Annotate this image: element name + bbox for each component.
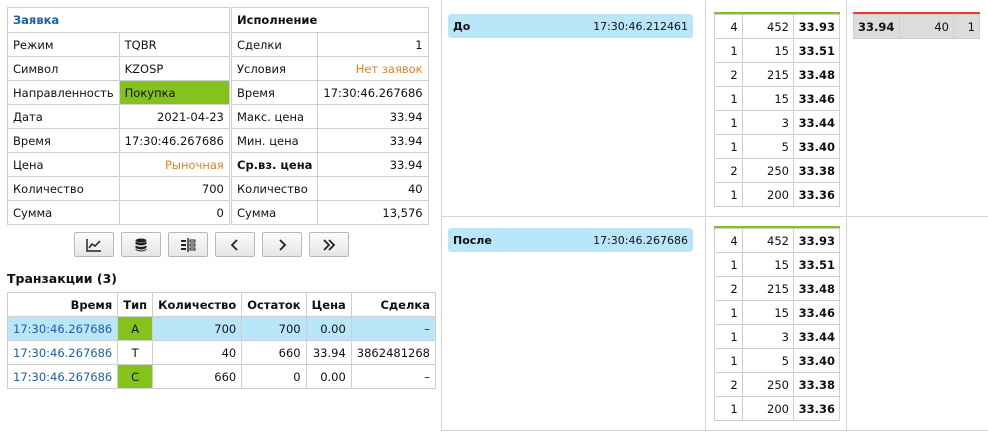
- order-row-symbol: Символ KZOSP: [7, 56, 230, 81]
- table-row[interactable]: 17:30:46.267686 T 40 660 33.94 386248126…: [6, 340, 436, 365]
- before-bids-book: 4 452 33.93 1 15 33.51 2 215 33.48 1 15 33.46 13…: [714, 12, 840, 207]
- book-row: 4 452 33.93: [714, 14, 840, 39]
- book-row: 1 15 33.51: [714, 38, 840, 63]
- database-icon: [135, 238, 147, 251]
- double-chevron-right-icon: [323, 238, 336, 251]
- before-snapshot-time: 17:30:46.212461: [593, 19, 688, 33]
- toolbar: [74, 232, 349, 257]
- book-row: 2 250 33.38: [714, 158, 840, 183]
- exec-row-quantity: Количество 40: [230, 176, 429, 201]
- book-row: 1 15 33.46: [714, 300, 840, 325]
- col-deal[interactable]: Сделка: [350, 292, 436, 317]
- book-row: 1 200 33.36: [714, 396, 840, 421]
- after-snapshot-time: 17:30:46.267686: [593, 233, 688, 247]
- order-row-mode: Режим TQBR: [7, 32, 230, 57]
- order-row-price: Цена Рыночная: [7, 152, 230, 177]
- exec-row-time: Время 17:30:46.267686: [230, 80, 429, 105]
- col-quantity[interactable]: Количество: [152, 292, 243, 317]
- book-row: 1 3 33.44: [714, 110, 840, 135]
- order-row-quantity: Количество 700: [7, 176, 230, 201]
- chart-icon: [86, 238, 101, 252]
- book-row: 4 452 33.93: [714, 228, 840, 253]
- chevron-right-icon: [279, 238, 287, 251]
- transactions-title: Транзакции (3): [7, 271, 117, 286]
- order-info-table: Заявка Режим TQBR Символ KZOSP Направленно…: [7, 7, 230, 225]
- book-row: 1 5 33.40: [714, 134, 840, 159]
- exec-row-min-price: Мин. цена 33.94: [230, 128, 429, 153]
- next-button[interactable]: [262, 232, 302, 257]
- transactions-table: Время Тип Количество Остаток Цена Сделка…: [6, 292, 436, 389]
- direction-badge: Покупка: [118, 80, 230, 105]
- order-row-time: Время 17:30:46.267686: [7, 128, 230, 153]
- chevron-left-icon: [230, 238, 238, 251]
- book-row: 2 215 33.48: [714, 62, 840, 87]
- split-view-icon: [181, 237, 196, 252]
- transactions-header: Время Тип Количество Остаток Цена Сделка: [6, 292, 436, 317]
- order-row-date: Дата 2021-04-23: [7, 104, 230, 129]
- exec-row-sum: Сумма 13,576: [230, 200, 429, 225]
- divider: [846, 0, 847, 430]
- book-row: 1 15 33.46: [714, 86, 840, 111]
- after-snapshot-label: После 17:30:46.267686: [448, 228, 693, 252]
- execution-info-table: Исполнение Сделки 1 Условия Нет заявок Вре…: [230, 7, 429, 225]
- divider: [441, 430, 988, 431]
- col-time[interactable]: Время: [6, 292, 119, 317]
- exec-row-avg-price: Ср.вз. цена 33.94: [230, 152, 429, 177]
- divider: [441, 0, 442, 430]
- exec-row-max-price: Макс. цена 33.94: [230, 104, 429, 129]
- book-row: 2 215 33.48: [714, 276, 840, 301]
- previous-button[interactable]: [215, 232, 255, 257]
- last-button[interactable]: [309, 232, 349, 257]
- order-title: Заявка: [7, 7, 230, 33]
- divider: [441, 216, 988, 217]
- split-view-button[interactable]: [168, 232, 208, 257]
- book-row: 1 5 33.40: [714, 348, 840, 373]
- table-row[interactable]: 17:30:46.267686 A 700 700 0.00 –: [6, 316, 436, 341]
- table-row[interactable]: 17:30:46.267686 C 660 0 0.00 –: [6, 364, 436, 389]
- database-button[interactable]: [121, 232, 161, 257]
- book-row: 1 200 33.36: [714, 182, 840, 207]
- transactions-count: (3): [96, 271, 117, 286]
- exec-row-conditions: Условия Нет заявок: [230, 56, 429, 81]
- book-row: 33.94 40 1: [853, 14, 980, 39]
- before-asks-book: 33.94 40 1: [853, 12, 980, 39]
- after-bids-book: 4 452 33.93 1 15 33.51 2 215 33.48 1 15 33.46 13…: [714, 226, 840, 421]
- col-rest[interactable]: Остаток: [241, 292, 307, 317]
- chart-button[interactable]: [74, 232, 114, 257]
- exec-row-deals: Сделки 1: [230, 32, 429, 57]
- orderbook-panel: До 17:30:46.212461 4 452 33.93 1 15 33.51 22…: [441, 0, 988, 438]
- col-type[interactable]: Тип: [117, 292, 154, 317]
- book-row: 2 250 33.38: [714, 372, 840, 397]
- book-row: 1 15 33.51: [714, 252, 840, 277]
- col-price[interactable]: Цена: [305, 292, 352, 317]
- book-row: 1 3 33.44: [714, 324, 840, 349]
- order-row-direction: Направленность Покупка: [7, 80, 230, 105]
- divider: [705, 0, 706, 430]
- execution-title: Исполнение: [231, 7, 429, 33]
- before-snapshot-label: До 17:30:46.212461: [448, 14, 693, 38]
- order-row-sum: Сумма 0: [7, 200, 230, 225]
